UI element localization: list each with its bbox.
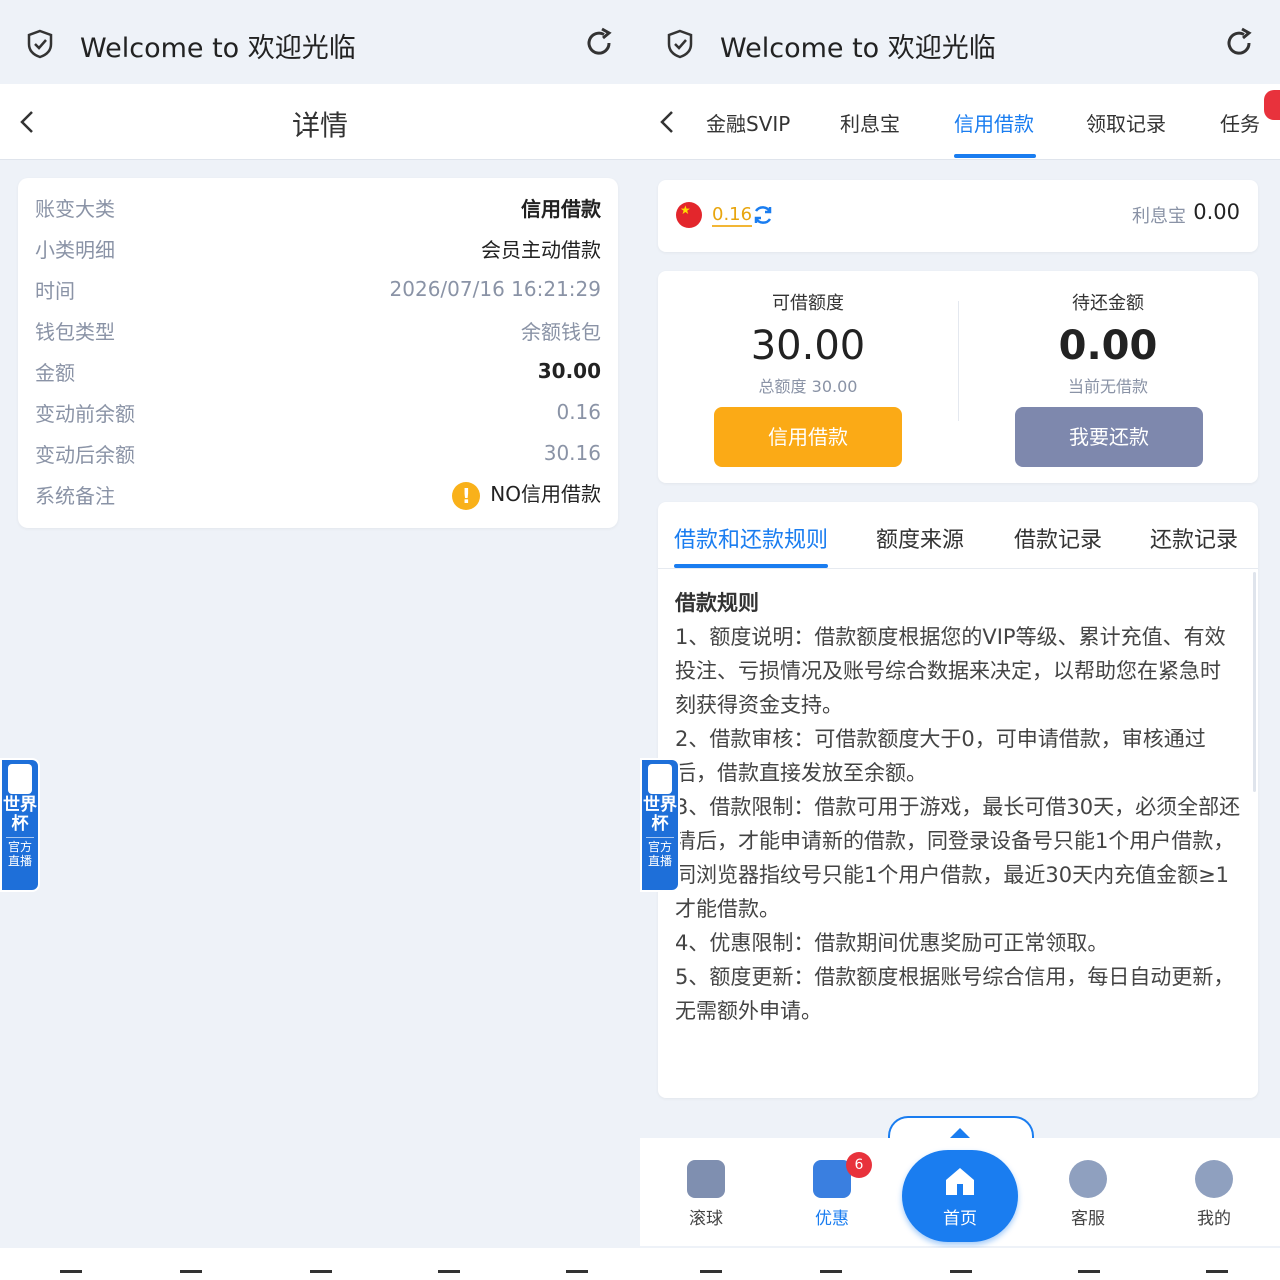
- user-icon: [1195, 1160, 1233, 1198]
- tab-credit-loan[interactable]: 信用借款: [954, 108, 1034, 137]
- refresh-icon[interactable]: [1222, 26, 1256, 60]
- ball-icon: [687, 1160, 725, 1198]
- detail-row: 钱包类型 余额钱包: [35, 319, 601, 344]
- due-amount: 0.00: [1058, 323, 1158, 369]
- detail-row: 变动后余额 30.16: [35, 441, 601, 467]
- tab-claim-records[interactable]: 领取记录: [1086, 108, 1166, 137]
- world-cup-live-badge[interactable]: 世界杯 官方直播: [0, 758, 40, 892]
- repay-button[interactable]: 我要还款: [1015, 407, 1203, 467]
- page-title: 详情: [291, 109, 348, 142]
- tabs-gesture-icon[interactable]: [1078, 1270, 1100, 1280]
- amount-due: 待还金额 0.00 当前无借款: [958, 289, 1258, 397]
- detail-row: 系统备注 ! NO信用借款: [35, 481, 601, 510]
- headset-icon: [1069, 1160, 1107, 1198]
- nav-live-ball[interactable]: 滚球: [656, 1160, 756, 1229]
- gesture-bar: [0, 1248, 640, 1280]
- wallet-balance: 0.16: [712, 204, 753, 227]
- rules-title: 借款规则: [675, 591, 759, 615]
- china-flag-icon: [676, 202, 702, 228]
- tab-finance-svip[interactable]: 金融SVIP: [706, 108, 790, 137]
- browser-title: Welcome to 欢迎光临: [80, 33, 356, 64]
- home-gesture-icon[interactable]: [950, 1270, 972, 1280]
- warning-icon: !: [452, 481, 481, 510]
- menu-gesture-icon[interactable]: [1206, 1270, 1228, 1280]
- detail-row: 变动前余额 0.16: [35, 400, 601, 426]
- active-tab-indicator: [954, 154, 1036, 158]
- browser-bar: Welcome to 欢迎光临: [640, 0, 1280, 84]
- back-arrow-icon[interactable]: [656, 108, 680, 136]
- credit-loan-screen: Welcome to 欢迎光临 金融SVIP 利息宝 信用借款 领取记录 任务 …: [640, 0, 1280, 1280]
- no-loan-status: 当前无借款: [1067, 377, 1148, 396]
- detail-row: 小类明细 会员主动借款: [35, 237, 601, 262]
- available-amount: 30.00: [750, 323, 866, 369]
- world-cup-live-badge[interactable]: 世界杯 官方直播: [640, 758, 680, 892]
- rule-item: 2、借款审核：可借款额度大于0，可申请借款，审核通过后，借款直接发放至余额。: [675, 727, 1206, 785]
- nav-profile[interactable]: 我的: [1164, 1160, 1264, 1229]
- menu-gesture-icon[interactable]: [566, 1270, 588, 1280]
- tab-repay-records[interactable]: 还款记录: [1150, 522, 1238, 554]
- detail-row: 账变大类 信用借款: [35, 196, 601, 221]
- available-credit: 可借额度 30.00 总额度 30.00: [658, 289, 958, 397]
- browser-title: Welcome to 欢迎光临: [720, 33, 996, 64]
- back-gesture-icon[interactable]: [700, 1270, 722, 1280]
- nav-customer-service[interactable]: 客服: [1038, 1160, 1138, 1229]
- page-header: 详情: [0, 84, 640, 160]
- rule-item: 4、优惠限制：借款期间优惠奖励可正常领取。: [675, 931, 1109, 955]
- transaction-detail-card: 账变大类 信用借款 小类明细 会员主动借款 时间 2026/07/16 16:2…: [18, 178, 618, 528]
- promotion-count-badge: 6: [846, 1152, 872, 1178]
- notification-dot: [1264, 90, 1280, 120]
- forward-gesture-icon[interactable]: [180, 1270, 202, 1280]
- bottom-nav: 滚球 优惠 6 首页 客服 我的: [640, 1138, 1280, 1246]
- browser-bar: Welcome to 欢迎光临: [0, 0, 640, 84]
- tabs-gesture-icon[interactable]: [438, 1270, 460, 1280]
- trophy-icon: [648, 764, 672, 794]
- nav-home[interactable]: 首页: [902, 1150, 1018, 1242]
- tab-loan-records[interactable]: 借款记录: [1014, 522, 1102, 554]
- loan-summary-card: 可借额度 30.00 总额度 30.00 待还金额 0.00 当前无借款 信用借…: [658, 271, 1258, 483]
- interest-treasure-label: 利息宝: [1132, 206, 1186, 227]
- detail-row: 时间 2026/07/16 16:21:29: [35, 277, 601, 303]
- nav-promotions[interactable]: 优惠 6: [782, 1152, 882, 1229]
- scrollbar[interactable]: [1253, 572, 1256, 792]
- interest-treasure-value: 0.00: [1193, 200, 1240, 224]
- tab-interest-treasure[interactable]: 利息宝: [840, 108, 900, 137]
- tab-credit-source[interactable]: 额度来源: [876, 522, 964, 554]
- total-credit: 总额度 30.00: [758, 377, 858, 396]
- shield-check-icon: [667, 29, 693, 59]
- rules-text: 借款规则 1、额度说明：借款额度根据您的VIP等级、累计充值、有效投注、亏损情况…: [675, 586, 1241, 1028]
- shield-check-icon: [27, 29, 53, 59]
- refresh-balance-icon[interactable]: [752, 204, 774, 226]
- detail-screen: Welcome to 欢迎光临 详情 账变大类 信用借款 小类明细 会员主动借款…: [0, 0, 640, 1280]
- finance-tabs: 金融SVIP 利息宝 信用借款 领取记录 任务: [640, 84, 1280, 160]
- rule-item: 3、借款限制：借款可用于游戏，最长可借30天，必须全部还清后，才能申请新的借款，…: [675, 795, 1241, 921]
- up-arrow-icon[interactable]: [950, 1128, 970, 1138]
- rules-card: 借款和还款规则 额度来源 借款记录 还款记录 借款规则 1、额度说明：借款额度根…: [658, 502, 1258, 1098]
- credit-borrow-button[interactable]: 信用借款: [714, 407, 902, 467]
- home-gesture-icon[interactable]: [310, 1270, 332, 1280]
- trophy-icon: [8, 764, 32, 794]
- forward-gesture-icon[interactable]: [820, 1270, 842, 1280]
- refresh-icon[interactable]: [582, 26, 616, 60]
- home-icon: [946, 1168, 974, 1195]
- rule-item: 1、额度说明：借款额度根据您的VIP等级、累计充值、有效投注、亏损情况及账号综合…: [675, 625, 1226, 717]
- tab-loan-rules[interactable]: 借款和还款规则: [674, 522, 828, 554]
- rule-item: 5、额度更新：借款额度根据账号综合信用，每日自动更新，无需额外申请。: [675, 965, 1235, 1023]
- back-gesture-icon[interactable]: [60, 1270, 82, 1280]
- tab-tasks[interactable]: 任务: [1220, 108, 1260, 137]
- balance-card: 0.16 利息宝 0.00: [658, 180, 1258, 252]
- gesture-bar: [640, 1248, 1280, 1280]
- detail-row: 金额 30.00: [35, 359, 601, 385]
